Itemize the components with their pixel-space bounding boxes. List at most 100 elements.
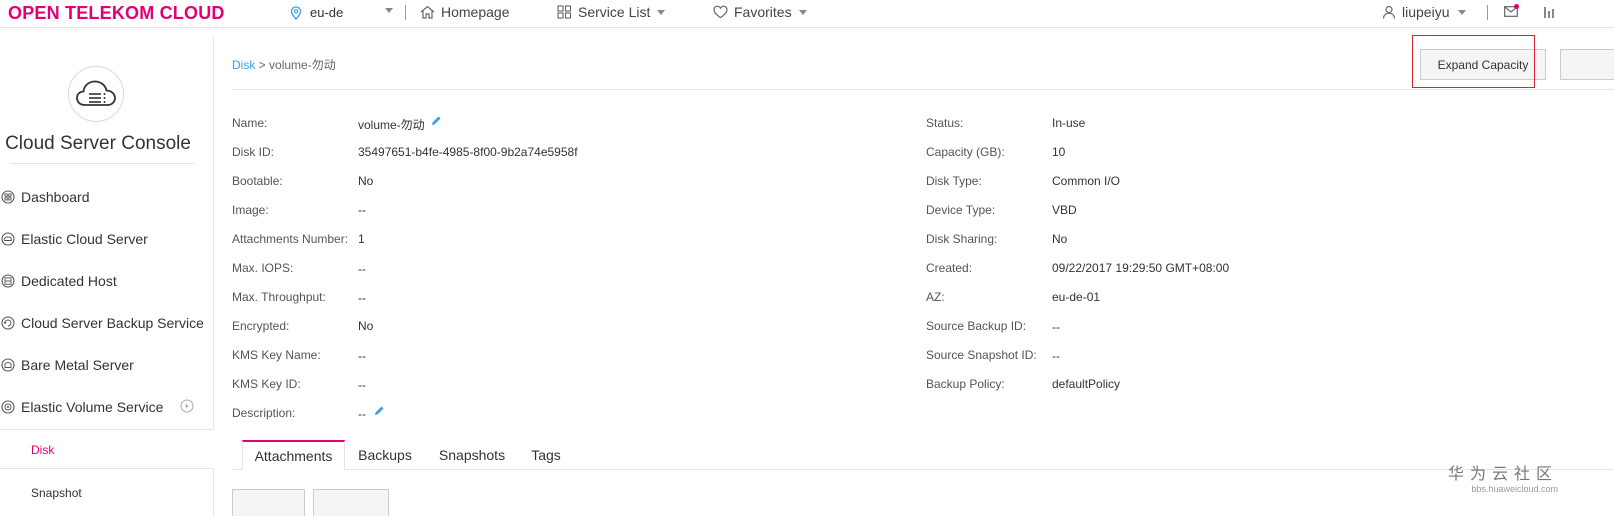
volume-icon — [1, 400, 15, 414]
pencil-icon[interactable] — [373, 405, 385, 417]
kms-key-name-value: -- — [358, 349, 366, 363]
capacity-value: 10 — [1052, 145, 1066, 159]
sidebar-item-elastic-cloud-server[interactable]: Elastic Cloud Server — [0, 226, 214, 252]
disk-id-value: 35497651-b4fe-4985-8f00-9b2a74e5958f — [358, 145, 578, 159]
field-label: Source Snapshot ID: — [926, 348, 1037, 362]
nav-service-list[interactable]: Service List — [557, 4, 666, 20]
grid-icon — [557, 5, 572, 19]
chevron-down-icon — [385, 8, 393, 13]
host-icon — [1, 274, 15, 288]
sidebar-item-dedicated-host[interactable]: Dedicated Host — [0, 268, 214, 294]
field-label: Max. Throughput: — [232, 290, 326, 304]
pencil-icon[interactable] — [430, 115, 442, 127]
disk-sharing-value: No — [1052, 232, 1068, 246]
kms-key-id-value: -- — [358, 378, 366, 392]
divider — [405, 5, 406, 20]
tab-attachments[interactable]: Attachments — [242, 440, 345, 470]
sidebar-item-label: Dedicated Host — [21, 273, 117, 289]
sidebar: Cloud Server Console Dashboard Elastic C… — [0, 38, 214, 516]
field-label: Disk ID: — [232, 145, 274, 159]
console-title: Cloud Server Console — [5, 133, 191, 154]
max-iops-value: -- — [358, 262, 366, 276]
image-value: -- — [358, 203, 366, 217]
max-throughput-value: -- — [358, 291, 366, 305]
sidebar-item-label: Dashboard — [21, 189, 90, 205]
more-actions-button[interactable] — [1560, 49, 1614, 80]
field-label: Disk Sharing: — [926, 232, 998, 246]
watermark-title: 华为云社区 — [1448, 464, 1559, 483]
sidebar-item-label: Bare Metal Server — [21, 357, 134, 373]
sidebar-item-cloud-server-backup[interactable]: Cloud Server Backup Service — [0, 310, 214, 336]
cloud-server-icon — [1, 232, 15, 246]
attachments-number-value: 1 — [358, 232, 365, 246]
sidebar-subitem-disk[interactable]: Disk — [0, 429, 214, 469]
sidebar-subitem-snapshot[interactable]: Snapshot — [31, 486, 245, 500]
backup-icon — [1, 316, 15, 330]
chevron-right-icon[interactable] — [180, 399, 194, 413]
user-menu[interactable]: liupeiyu — [1382, 4, 1467, 20]
field-label: Max. IOPS: — [232, 261, 294, 275]
field-label: Device Type: — [926, 203, 996, 217]
tab-snapshots[interactable]: Snapshots — [432, 440, 512, 470]
top-bar: OPEN TELEKOM CLOUD eu-de Homepage Servic… — [0, 0, 1614, 28]
logo[interactable]: OPEN TELEKOM CLOUD — [8, 3, 225, 24]
user-name: liupeiyu — [1402, 4, 1450, 20]
disk-name-value: volume-勿动 — [358, 118, 425, 132]
field-label: Capacity (GB): — [926, 145, 1005, 159]
az-value: eu-de-01 — [1052, 290, 1101, 304]
breadcrumb-separator: > — [255, 58, 270, 72]
created-value: 09/22/2017 19:29:50 GMT+08:00 — [1052, 261, 1230, 275]
location-pin-icon — [290, 5, 302, 20]
field-label: Bootable: — [232, 174, 283, 188]
sidebar-item-bare-metal-server[interactable]: Bare Metal Server — [0, 352, 214, 378]
divider — [10, 163, 195, 164]
watermark: 华为云社区 bbs.huaweicloud.com — [1448, 460, 1558, 494]
field-label: Created: — [926, 261, 973, 275]
field-label: Source Backup ID: — [926, 319, 1027, 333]
attach-button[interactable] — [232, 489, 305, 516]
status-value: In-use — [1052, 116, 1086, 130]
field-label: Status: — [926, 116, 964, 130]
chevron-down-icon — [798, 9, 807, 15]
cloud-icon — [76, 80, 116, 106]
breadcrumb-current: volume-勿动 — [269, 58, 336, 72]
field-label: Description: — [232, 406, 296, 420]
bootable-value: No — [358, 174, 374, 188]
nav-service-list-label: Service List — [578, 4, 651, 20]
field-label: Disk Type: — [926, 174, 982, 188]
nav-homepage-label: Homepage — [441, 4, 510, 20]
field-label: Name: — [232, 116, 268, 130]
chevron-down-icon — [657, 9, 666, 15]
sidebar-item-label: Elastic Volume Service — [21, 399, 164, 415]
region-selector[interactable]: eu-de — [290, 5, 393, 20]
field-label: Image: — [232, 203, 269, 217]
sidebar-item-label: Cloud Server Backup Service — [21, 315, 204, 331]
field-label: AZ: — [926, 290, 945, 304]
console-icon-badge — [68, 66, 124, 122]
chevron-down-icon — [1458, 9, 1467, 15]
encrypted-value: No — [358, 319, 374, 333]
sidebar-subitem-label: Disk — [31, 443, 55, 457]
disk-type-value: Common I/O — [1052, 174, 1121, 188]
source-backup-id-value: -- — [1052, 320, 1060, 334]
watermark-url: bbs.huaweicloud.com — [1471, 484, 1558, 494]
sidebar-item-dashboard[interactable]: Dashboard — [0, 184, 214, 210]
tab-tags[interactable]: Tags — [524, 440, 568, 470]
breadcrumb-link-disk[interactable]: Disk — [232, 58, 255, 72]
breadcrumb: Disk > volume-勿动 — [232, 56, 336, 73]
detach-button[interactable] — [313, 489, 389, 516]
sidebar-item-elastic-volume-service[interactable]: Elastic Volume Service — [0, 394, 214, 420]
field-label: Attachments Number: — [232, 232, 349, 246]
nav-homepage[interactable]: Homepage — [420, 4, 510, 20]
field-label: KMS Key ID: — [232, 377, 301, 391]
highlight-annotation — [1412, 35, 1535, 88]
field-label: Encrypted: — [232, 319, 290, 333]
nav-favorites[interactable]: Favorites — [713, 4, 807, 20]
field-label: KMS Key Name: — [232, 348, 321, 362]
bar-chart-icon[interactable] — [1543, 6, 1557, 18]
dashboard-icon — [1, 190, 15, 204]
tab-backups[interactable]: Backups — [352, 440, 418, 470]
divider — [1487, 5, 1488, 20]
user-icon — [1382, 5, 1396, 19]
description-value: -- — [358, 407, 366, 421]
